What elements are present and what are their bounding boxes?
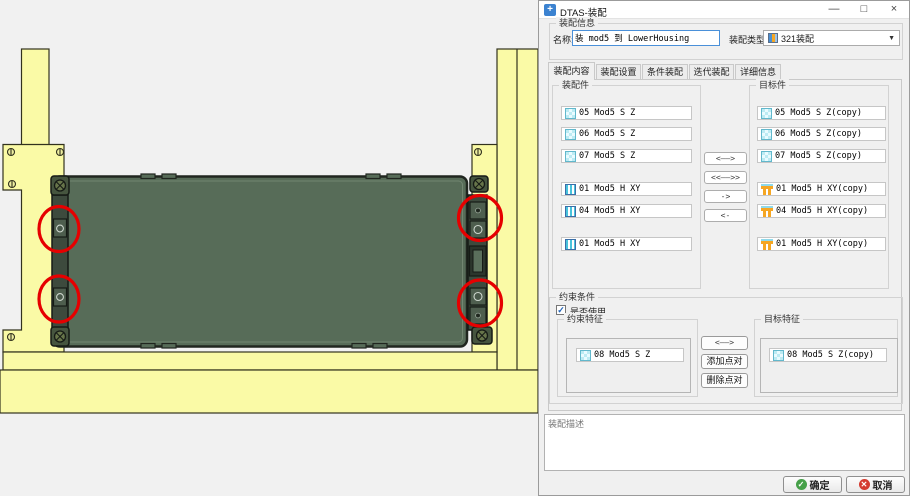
tab-assembly-content[interactable]: 装配内容 (548, 62, 595, 80)
feature-label: 01 Mod5 H XY (579, 239, 641, 249)
type-label: 装配类型: (729, 35, 768, 45)
feature-label: 01 Mod5 H XY(copy) (776, 184, 869, 194)
pair-link-button[interactable]: <——> (701, 336, 748, 350)
surface-feature-icon (580, 349, 591, 361)
feature-label: 06 Mod5 S Z(copy) (775, 129, 862, 139)
cancel-x-icon: ✕ (858, 479, 870, 490)
constraint-feature-item[interactable]: 08 Mod5 S Z (576, 348, 684, 362)
assembly-info-title: 装配信息 (556, 17, 599, 29)
constraint-features-title: 约束特征 (564, 313, 607, 325)
assembly-feature-item[interactable]: 05 Mod5 S Z (561, 106, 692, 120)
module-plate (50, 173, 493, 349)
tab-conditional-assembly[interactable]: 条件装配 (642, 64, 688, 80)
pin-feature-copy-icon (761, 238, 773, 250)
cad-scene (0, 0, 539, 496)
ok-button[interactable]: ✓ 确定 (783, 476, 842, 493)
move-left-button[interactable]: <- (704, 209, 747, 222)
assembly-type-icon (768, 33, 778, 43)
name-input[interactable] (572, 30, 720, 46)
target-parts-title: 目标件 (756, 79, 790, 91)
tab-assembly-settings[interactable]: 装配设置 (596, 64, 641, 80)
close-button[interactable]: × (879, 1, 909, 19)
surface-feature-icon (773, 349, 784, 361)
target-features-panel (760, 338, 898, 393)
target-feature-item[interactable]: 01 Mod5 H XY(copy) (757, 237, 886, 251)
feature-label: 01 Mod5 H XY (579, 184, 641, 194)
assembly-feature-item[interactable]: 01 Mod5 H XY (561, 182, 692, 196)
left-rail (51, 194, 69, 331)
assembly-feature-item[interactable]: 06 Mod5 S Z (561, 127, 692, 141)
target-feature-item[interactable]: 05 Mod5 S Z(copy) (757, 106, 886, 120)
tab-iterative-assembly[interactable]: 迭代装配 (689, 64, 734, 80)
assembly-feature-item[interactable]: 04 Mod5 H XY (561, 204, 692, 218)
ok-label: 确定 (809, 481, 830, 492)
cancel-button[interactable]: ✕ 取消 (846, 476, 905, 493)
assembly-parts-title: 装配件 (559, 79, 593, 91)
assembly-description-input[interactable] (544, 414, 905, 471)
pin-feature-copy-icon (761, 183, 773, 195)
surface-feature-icon (761, 128, 772, 140)
target-feature-item[interactable]: 01 Mod5 H XY(copy) (757, 182, 886, 196)
feature-label: 08 Mod5 S Z (594, 350, 651, 360)
surface-feature-icon (565, 128, 576, 140)
feature-label: 01 Mod5 H XY(copy) (776, 239, 869, 249)
feature-label: 07 Mod5 S Z (579, 151, 636, 161)
surface-feature-icon (761, 107, 772, 119)
chevron-down-icon: ▼ (888, 34, 895, 42)
surface-feature-icon (565, 107, 576, 119)
link-all-button[interactable]: <<——>> (704, 171, 747, 184)
feature-label: 05 Mod5 S Z(copy) (775, 108, 862, 118)
assembly-feature-item[interactable]: 07 Mod5 S Z (561, 149, 692, 163)
feature-label: 07 Mod5 S Z(copy) (775, 151, 862, 161)
remove-point-pair-button[interactable]: 删除点对 (701, 373, 748, 388)
tab-detail-info[interactable]: 详细信息 (735, 64, 781, 80)
assembly-feature-item[interactable]: 01 Mod5 H XY (561, 237, 692, 251)
surface-feature-icon (761, 150, 772, 162)
feature-label: 04 Mod5 H XY(copy) (776, 206, 869, 216)
target-feature-item[interactable]: 07 Mod5 S Z(copy) (757, 149, 886, 163)
cancel-label: 取消 (872, 481, 893, 492)
assembly-type-value: 321装配 (781, 33, 815, 44)
feature-label: 04 Mod5 H XY (579, 206, 641, 216)
feature-label: 08 Mod5 S Z(copy) (787, 350, 874, 360)
cad-viewport[interactable] (0, 0, 539, 496)
ok-check-icon: ✓ (795, 479, 807, 490)
hole-feature-icon (565, 238, 576, 250)
target-constraint-feature-item[interactable]: 08 Mod5 S Z(copy) (769, 348, 887, 362)
pin-feature-copy-icon (761, 205, 773, 217)
surface-feature-icon (565, 150, 576, 162)
target-features-title: 目标特征 (761, 313, 804, 325)
right-rail (467, 194, 488, 331)
app-icon: + (544, 4, 556, 16)
feature-label: 05 Mod5 S Z (579, 108, 636, 118)
minimize-button[interactable]: — (819, 1, 849, 19)
maximize-button[interactable]: □ (849, 1, 879, 19)
assembly-type-select[interactable]: 321装配 ▼ (763, 30, 900, 46)
assembly-dialog: + DTAS-装配 — □ × 装配信息 名称: 装配类型: 321装配 ▼ 装… (538, 0, 910, 496)
screen: + DTAS-装配 — □ × 装配信息 名称: 装配类型: 321装配 ▼ 装… (0, 0, 910, 496)
target-feature-item[interactable]: 04 Mod5 H XY(copy) (757, 204, 886, 218)
move-right-button[interactable]: -> (704, 190, 747, 203)
feature-label: 06 Mod5 S Z (579, 129, 636, 139)
add-point-pair-button[interactable]: 添加点对 (701, 354, 748, 369)
constraint-conditions-title: 约束条件 (556, 291, 599, 303)
name-label: 名称: (553, 35, 574, 45)
link-both-button[interactable]: <——> (704, 152, 747, 165)
hole-feature-icon (565, 183, 576, 195)
target-feature-item[interactable]: 06 Mod5 S Z(copy) (757, 127, 886, 141)
hole-feature-icon (565, 205, 576, 217)
constraint-features-panel (566, 338, 691, 393)
